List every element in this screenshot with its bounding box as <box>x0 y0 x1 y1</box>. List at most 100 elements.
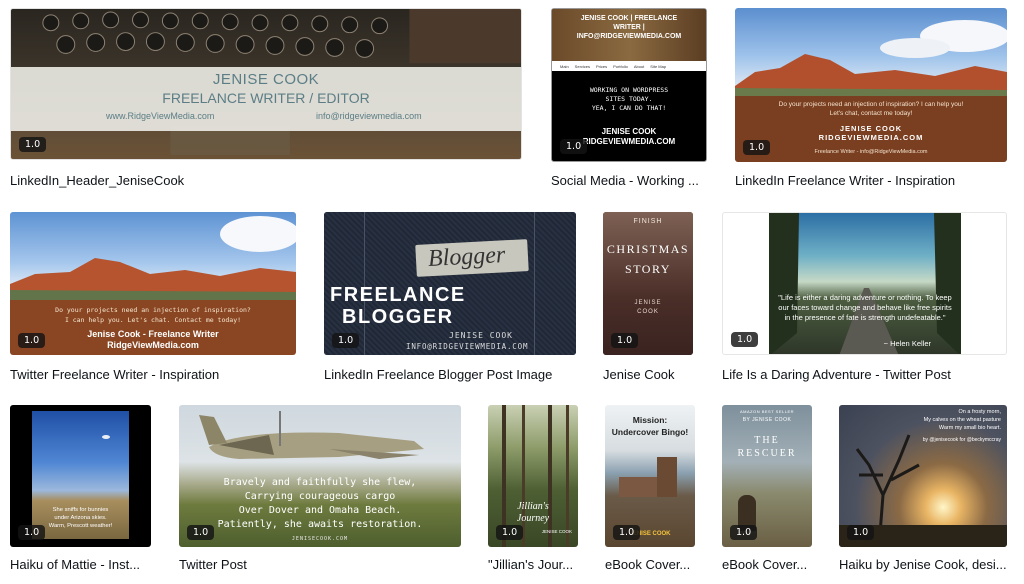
card-caption[interactable]: eBook Cover... <box>605 557 695 572</box>
thumbnail[interactable]: Mission: Undercover Bingo! JENISE COOK 1… <box>605 405 695 547</box>
poem-line-3: Over Dover and Omaha Beach. <box>238 505 402 516</box>
cover-top: AMAZON BEST SELLER <box>739 409 795 414</box>
version-badge: 1.0 <box>731 332 759 347</box>
author-name: JENISE COOK <box>839 124 903 133</box>
inspiration-line-2: I can help you. Let's chat. Contact me t… <box>64 316 242 324</box>
thumbnail[interactable]: Bravely and faithfully she flew, Carryin… <box>179 405 461 547</box>
card-caption[interactable]: Twitter Freelance Writer - Inspiration <box>10 367 296 382</box>
card-caption[interactable]: Life Is a Daring Adventure - Twitter Pos… <box>722 367 1007 382</box>
version-badge: 1.0 <box>560 139 588 154</box>
thumbnail[interactable]: AMAZON BEST SELLER BY JENISE COOK THE RE… <box>722 405 812 547</box>
thumbnail[interactable]: Jillian's Journey JENISE COOK 1.0 <box>488 405 578 547</box>
header-url: www.RidgeViewMedia.com <box>106 111 215 121</box>
design-card-linkedin-header[interactable]: JENISE COOK FREELANCE WRITER / EDITOR ww… <box>10 8 522 193</box>
headline-1: FREELANCE <box>330 284 466 306</box>
cover-title-2: STORY <box>625 262 671 276</box>
poem-line-1: On a frosty morn, <box>958 409 1002 415</box>
footer-line: Freelance Writer - info@RidgeViewMedia.c… <box>814 149 928 155</box>
blogger-tag-text: Blogger <box>427 241 506 273</box>
design-card-mission-bingo[interactable]: Mission: Undercover Bingo! JENISE COOK 1… <box>605 405 695 577</box>
building-graphic <box>619 477 657 497</box>
author-site: RidgeViewMedia.com <box>107 340 199 350</box>
author-name: JENISE COOK <box>601 127 657 136</box>
design-card-linkedin-inspiration[interactable]: Do your projects need an injection of in… <box>735 8 1007 193</box>
thumbnail[interactable]: Do your projects need an injection of in… <box>735 8 1007 162</box>
thumbnail[interactable]: On a frosty morn, My calves on the wheat… <box>839 405 1007 547</box>
site-header-2: WRITER | <box>613 24 645 31</box>
cover-title-2: Journey <box>516 513 550 524</box>
card-caption[interactable]: Haiku of Mattie - Inst... <box>10 557 151 572</box>
design-card-social-working[interactable]: JENISE COOK | FREELANCE WRITER | INFO@RI… <box>551 8 707 193</box>
author-name: JENISE COOK <box>449 331 513 340</box>
version-badge: 1.0 <box>730 525 758 540</box>
version-badge: 1.0 <box>847 525 875 540</box>
forest-road-graphic <box>769 213 961 354</box>
headline-2: BLOGGER <box>342 306 454 328</box>
thumbnail[interactable]: "Life is either a daring adventure or no… <box>722 212 1007 355</box>
inspiration-line-2: Let's chat, contact me today! <box>829 110 913 117</box>
design-card-twitter-post[interactable]: Bravely and faithfully she flew, Carryin… <box>179 405 461 577</box>
design-card-haiku-jenise[interactable]: On a frosty morn, My calves on the wheat… <box>839 405 1007 577</box>
thumbnail[interactable]: FINISH CHRISTMAS STORY JENISE COOK 1.0 <box>603 212 693 355</box>
inspiration-line-1: Do your projects need an injection of in… <box>778 101 964 108</box>
version-badge: 1.0 <box>743 140 771 155</box>
version-badge: 1.0 <box>18 525 46 540</box>
header-role: FREELANCE WRITER / EDITOR <box>162 90 370 106</box>
design-card-daring-adventure[interactable]: "Life is either a daring adventure or no… <box>722 212 1007 384</box>
version-badge: 1.0 <box>18 333 46 348</box>
thumbnail[interactable]: JENISE COOK FREELANCE WRITER / EDITOR ww… <box>10 8 522 160</box>
thumbnail[interactable]: Do your projects need an injection of in… <box>10 212 296 355</box>
card-caption[interactable]: eBook Cover... <box>722 557 812 572</box>
version-badge: 1.0 <box>187 525 215 540</box>
version-badge: 1.0 <box>332 333 360 348</box>
quote-text: "Life is either a daring adventure or no… <box>778 293 952 323</box>
card-caption[interactable]: LinkedIn Freelance Blogger Post Image <box>324 367 576 382</box>
site-nav: Main Services Prices Portfolio About Sit… <box>552 61 706 71</box>
poem-line-2: My calves on the wheat pasture <box>923 417 1001 423</box>
inspiration-line-1: Do your projects need an injection of in… <box>55 306 251 314</box>
cover-title-2: Undercover Bingo! <box>611 427 689 437</box>
cover-title-1: CHRISTMAS <box>606 242 690 256</box>
site-header-3: INFO@RIDGEVIEWMEDIA.COM <box>576 33 682 40</box>
poem-line-1: She sniffs for bunnies <box>52 507 109 513</box>
poem-line-3: Warm my small bio heart. <box>938 425 1001 431</box>
card-caption[interactable]: Twitter Post <box>179 557 461 572</box>
header-name: JENISE COOK <box>212 71 320 88</box>
thumbnail[interactable]: She sniffs for bunnies under Arizona ski… <box>10 405 151 547</box>
cover-author: BY JENISE COOK <box>742 417 792 423</box>
poem-line-1: Bravely and faithfully she flew, <box>223 477 417 488</box>
author-site: JENISECOOK.COM <box>291 536 349 542</box>
design-card-christmas-story[interactable]: FINISH CHRISTMAS STORY JENISE COOK 1.0 J… <box>603 212 693 384</box>
author-name: Jenise Cook - Freelance Writer <box>87 329 219 339</box>
poem-line-2: under Arizona skies. <box>54 515 107 521</box>
version-badge: 1.0 <box>496 525 524 540</box>
card-caption[interactable]: Jenise Cook <box>603 367 693 382</box>
design-card-jillians-journey[interactable]: Jillian's Journey JENISE COOK 1.0 "Jilli… <box>488 405 578 577</box>
version-badge: 1.0 <box>611 333 639 348</box>
cover-title-1: Jillian's <box>517 501 549 512</box>
cover-title-1: Mission: <box>632 415 668 425</box>
cover-author: JENISE COOK <box>541 529 572 534</box>
cover-title: THE RESCUER <box>737 435 797 459</box>
message-line-2: SITES TODAY. <box>605 95 653 103</box>
design-card-the-rescuer[interactable]: AMAZON BEST SELLER BY JENISE COOK THE RE… <box>722 405 812 577</box>
cover-top: FINISH <box>633 218 663 225</box>
haiku-credit: by @jenisecook for @beckymccray <box>922 437 1001 443</box>
design-card-freelance-blogger[interactable]: Blogger FREELANCE BLOGGER JENISE COOK IN… <box>324 212 576 384</box>
design-card-haiku-mattie[interactable]: She sniffs for bunnies under Arizona ski… <box>10 405 151 577</box>
design-card-twitter-inspiration[interactable]: Do your projects need an injection of in… <box>10 212 296 384</box>
card-caption[interactable]: "Jillian's Jour... <box>488 557 578 572</box>
author-site: RIDGEVIEWMEDIA.COM <box>818 133 924 142</box>
message-line-3: YEA, I CAN DO THAT! <box>591 104 667 112</box>
message-line-1: WORKING ON WORDPRESS <box>589 86 669 94</box>
author-email: INFO@RIDGEVIEWMEDIA.COM <box>406 342 529 351</box>
version-badge: 1.0 <box>19 137 47 152</box>
thumbnail[interactable]: Blogger FREELANCE BLOGGER JENISE COOK IN… <box>324 212 576 355</box>
card-caption[interactable]: LinkedIn Freelance Writer - Inspiration <box>735 173 1007 188</box>
card-caption[interactable]: Haiku by Jenise Cook, desi... <box>839 557 1007 572</box>
header-email: info@ridgeviewmedia.com <box>316 111 422 121</box>
thumbnail[interactable]: JENISE COOK | FREELANCE WRITER | INFO@RI… <box>551 8 707 162</box>
site-header-1: JENISE COOK | FREELANCE <box>580 15 678 22</box>
card-caption[interactable]: Social Media - Working ... <box>551 173 707 188</box>
card-caption[interactable]: LinkedIn_Header_JeniseCook <box>10 173 522 188</box>
